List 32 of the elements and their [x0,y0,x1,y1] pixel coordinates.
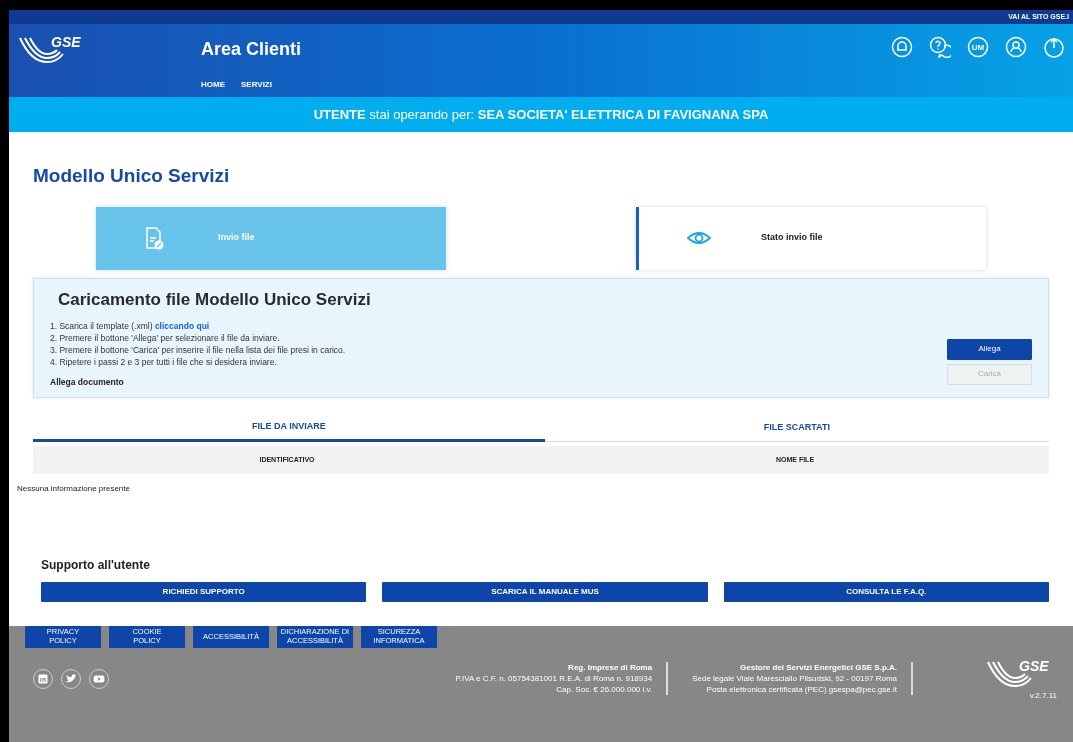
user-icon[interactable] [1005,36,1027,58]
app-title: Area Clienti [201,38,302,61]
page-title: Modello Unico Servizi [33,164,231,188]
gse-logo: GSE [17,32,89,66]
nav-link[interactable]: SERVIZI [241,79,272,91]
panel-title: Caricamento file Modello Unico Servizi [58,288,372,311]
tab[interactable]: FILE DA INVIARE [33,413,545,443]
tab[interactable]: FILE SCARTATI [544,413,1049,443]
version-text: v.2.7.11 [1029,689,1057,702]
step-text: 2. Premere il bottone 'Allega' per selezionare il file da inviare. [50,332,281,344]
help-icon[interactable] [929,36,951,58]
step-text: 3. Premere il bottone 'Carica' per inserire il file nella lista dei file presi in carico. [50,344,347,356]
power-icon[interactable] [1043,36,1065,58]
operating-user-text: UTENTE stai operando per: SEA SOCIETA' ELETTRICA DI FAVIGNANA SPA [313,105,769,124]
mode-card-label: Invio file [218,231,255,245]
bell-icon[interactable] [891,36,913,58]
empty-table-text: Nessuna informazione presente [17,484,130,494]
mode-card-label: Stato invio file [761,231,823,245]
support-button[interactable]: SCARICA IL MANUALE MUS [382,581,708,602]
company-info: Gestore dei Servizi Energetici GSE S.p.A. Sede legale Viale Maresciallo Pilsudski, 92 - 00197 Roma Posta elettronica certificata (PEC) gsespa@pec.gse.it [692,662,913,696]
nav-link[interactable]: HOME [201,79,225,91]
company-info: Reg. Imprese di Roma P.IVA e C.F. n. 05754381001 R.E.A. di Roma n. 918934 Cap. Soc. € 26.000.000 i.v. [455,662,669,696]
panel-button[interactable]: Allega [947,338,1032,360]
eye-icon [687,230,711,246]
attach-label: Allega documento [50,376,125,389]
gse-logo: GSE [985,655,1057,690]
support-button[interactable]: CONSULTA LE F.A.Q. [723,581,1049,602]
mode-card[interactable]: Stato invio file [636,206,986,270]
step-text: 4. Ripetere i passi 2 e 3 per tutti i file che si desidera inviare. [50,356,278,368]
step-text: 1. Scarica il template (.xml) cliccando qui [50,320,211,332]
support-title: Supporto all'utente [41,556,151,574]
support-button[interactable]: RICHIEDI SUPPORTO [41,581,367,602]
